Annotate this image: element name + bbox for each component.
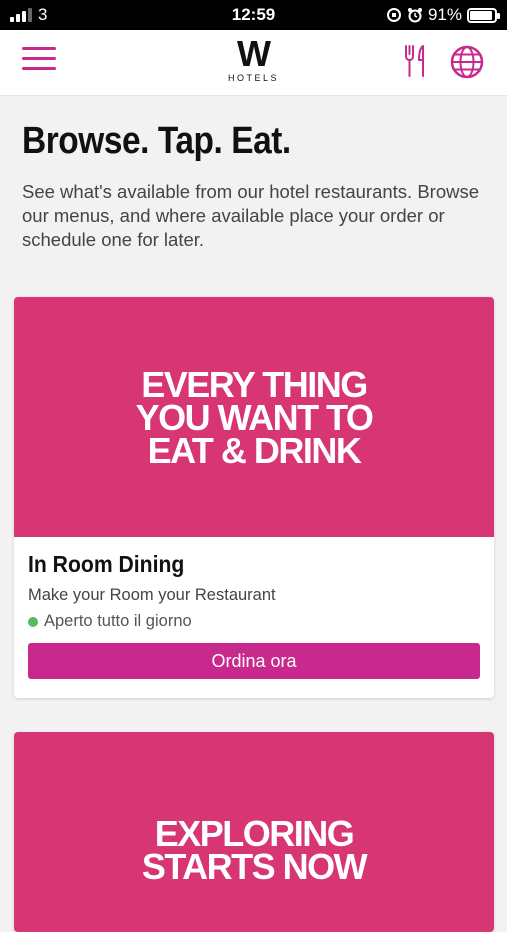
restaurant-card-exploring[interactable]: EXPLORING STARTS NOW: [14, 732, 494, 932]
battery-fill: [470, 10, 492, 20]
globe-icon[interactable]: [450, 45, 484, 79]
top-navigation: W HOTELS: [0, 30, 507, 96]
banner-text: EVERY THING YOU WANT TO EAT & DRINK: [135, 363, 374, 471]
card-title: In Room Dining: [28, 551, 185, 577]
order-now-button[interactable]: Ordina ora: [28, 643, 480, 679]
opening-status-label: Aperto tutto il giorno: [44, 612, 192, 630]
card-description: Make your Room your Restaurant: [28, 586, 276, 604]
battery-percentage: 91%: [427, 5, 462, 24]
status-dot-icon: [28, 616, 38, 627]
page-title: Browse. Tap. Eat.: [22, 120, 291, 162]
opening-status: Aperto tutto il giorno: [28, 612, 480, 631]
logo-mark: W: [237, 33, 271, 74]
w-hotels-logo: W HOTELS: [0, 33, 507, 84]
card-banner[interactable]: EVERY THING YOU WANT TO EAT & DRINK: [14, 297, 494, 537]
battery-icon: [467, 7, 500, 23]
card-banner[interactable]: EXPLORING STARTS NOW: [14, 732, 494, 932]
status-bar: 3 12:59 91%: [0, 0, 507, 30]
card-body: In Room Dining Make your Room your Resta…: [14, 537, 494, 679]
fork-knife-icon[interactable]: [404, 44, 428, 78]
logo-subtitle: HOTELS: [227, 73, 279, 83]
intro-text: See what's available from our hotel rest…: [22, 181, 480, 250]
restaurant-card-in-room-dining[interactable]: EVERY THING YOU WANT TO EAT & DRINK In R…: [14, 297, 494, 698]
system-indicators: 91%: [386, 5, 500, 25]
alarm-icon: [407, 8, 422, 23]
banner-text: EXPLORING STARTS NOW: [141, 813, 368, 887]
orientation-lock-icon: [386, 8, 401, 22]
